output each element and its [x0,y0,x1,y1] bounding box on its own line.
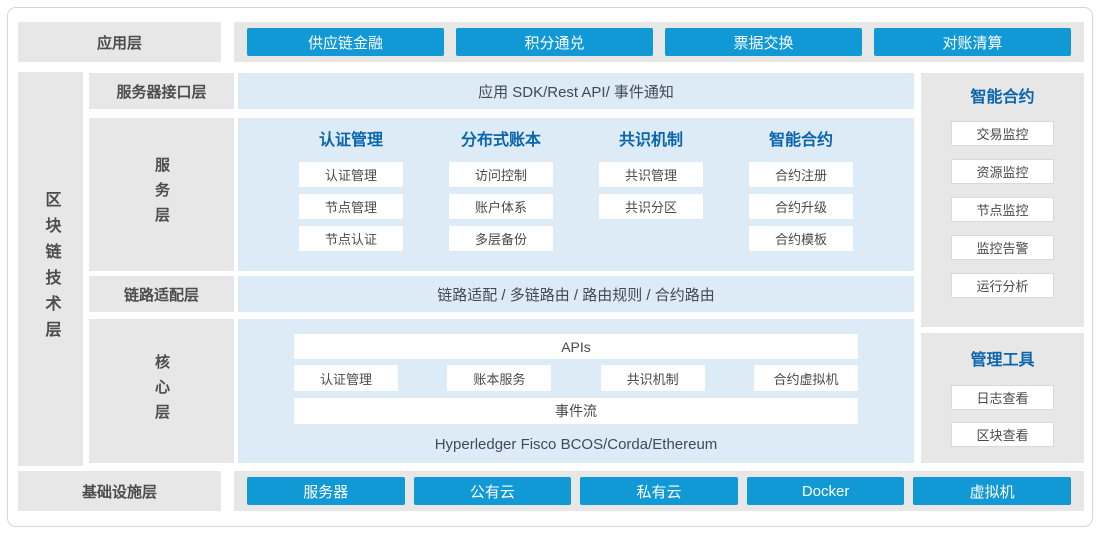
service-column-auth: 认证管理 认证管理 节点管理 节点认证 [276,131,426,271]
service-column-title: 共识机制 [619,131,683,151]
tools-node: 日志查看 [951,385,1054,410]
service-node: 多层备份 [449,226,553,251]
service-node: 节点管理 [299,194,403,219]
blockchain-tech-layer-label: 区块链技术层 [39,191,63,347]
infra-layer-button-strip: 服务器 公有云 私有云 Docker 虚拟机 [234,471,1084,511]
event-stream-bar: 事件流 [294,398,858,424]
link-layer-content-strip: 链路适配 / 多链路由 / 路由规则 / 合约路由 [238,276,914,312]
infra-node-vm: 虚拟机 [913,477,1071,505]
interface-layer-label-box: 服务器接口层 [89,73,234,109]
infra-layer-label: 基础设施层 [82,481,157,502]
app-node-points-exchange: 积分通兑 [456,28,653,56]
service-node: 节点认证 [299,226,403,251]
tools-node: 区块查看 [951,422,1054,447]
service-node: 认证管理 [299,162,403,187]
interface-layer-label: 服务器接口层 [116,81,206,102]
monitor-panel: 智能合约 交易监控 资源监控 节点监控 监控告警 运行分析 [921,73,1084,327]
service-column-consensus: 共识机制 共识管理 共识分区 [576,131,726,271]
tools-panel: 管理工具 日志查看 区块查看 [921,333,1084,463]
service-column-title: 认证管理 [319,131,383,151]
service-node: 账户体系 [449,194,553,219]
monitor-node: 运行分析 [951,273,1054,298]
app-node-reconciliation-clearing: 对账清算 [874,28,1071,56]
sdk-api-text: 应用 SDK/Rest API/ 事件通知 [478,81,674,102]
infra-node-private-cloud: 私有云 [580,477,738,505]
tools-panel-title: 管理工具 [970,351,1034,371]
apis-bar: APIs [294,334,858,359]
service-column-ledger: 分布式账本 访问控制 账户体系 多层备份 [426,131,576,271]
platforms-text: Hyperledger Fisco BCOS/Corda/Ethereum [294,436,858,453]
app-layer-label: 应用层 [97,32,142,53]
diagram-card: 应用层 供应链金融 积分通兑 票据交换 对账清算 区块链技术层 服务器接口层 应… [7,7,1093,527]
service-node: 合约模板 [749,226,853,251]
monitor-node: 监控告警 [951,235,1054,260]
infra-node-server: 服务器 [247,477,405,505]
core-layer-area: APIs 认证管理 账本服务 共识机制 合约虚拟机 事件流 Hyperledge… [238,319,914,463]
service-node: 访问控制 [449,162,553,187]
service-layer-area: 认证管理 认证管理 节点管理 节点认证 分布式账本 访问控制 账户体系 多层备份… [238,118,914,271]
monitor-node: 资源监控 [951,159,1054,184]
link-layer-label: 链路适配层 [124,284,199,305]
core-modules-row: 认证管理 账本服务 共识机制 合约虚拟机 [294,365,858,391]
link-routing-text: 链路适配 / 多链路由 / 路由规则 / 合约路由 [437,284,715,305]
core-node: 账本服务 [447,365,551,391]
app-layer-button-strip: 供应链金融 积分通兑 票据交换 对账清算 [234,22,1084,62]
infra-node-public-cloud: 公有云 [414,477,572,505]
app-node-bill-exchange: 票据交换 [665,28,862,56]
service-node: 共识管理 [599,162,703,187]
core-node: 共识机制 [601,365,705,391]
blockchain-tech-layer-rail: 区块链技术层 [18,72,83,466]
interface-layer-content-strip: 应用 SDK/Rest API/ 事件通知 [238,73,914,109]
service-layer-label: 服务层 [151,157,172,232]
app-layer-label-box: 应用层 [18,22,221,62]
infra-node-docker: Docker [747,477,905,505]
infra-layer-label-box: 基础设施层 [18,471,221,511]
service-column-smart-contract: 智能合约 合约注册 合约升级 合约模板 [726,131,876,271]
core-layer-label-box: 核心层 [89,319,234,463]
link-layer-label-box: 链路适配层 [89,276,234,312]
architecture-diagram: 应用层 供应链金融 积分通兑 票据交换 对账清算 区块链技术层 服务器接口层 应… [0,0,1100,534]
service-column-title: 智能合约 [769,131,833,151]
service-layer-label-box: 服务层 [89,118,234,271]
app-node-supply-chain-finance: 供应链金融 [247,28,444,56]
core-node: 合约虚拟机 [754,365,858,391]
core-node: 认证管理 [294,365,398,391]
monitor-node: 节点监控 [951,197,1054,222]
service-node: 合约升级 [749,194,853,219]
service-node: 共识分区 [599,194,703,219]
service-node: 合约注册 [749,162,853,187]
monitor-panel-title: 智能合约 [970,88,1034,108]
service-column-title: 分布式账本 [461,131,541,151]
monitor-node: 交易监控 [951,121,1054,146]
core-layer-label: 核心层 [151,354,172,429]
